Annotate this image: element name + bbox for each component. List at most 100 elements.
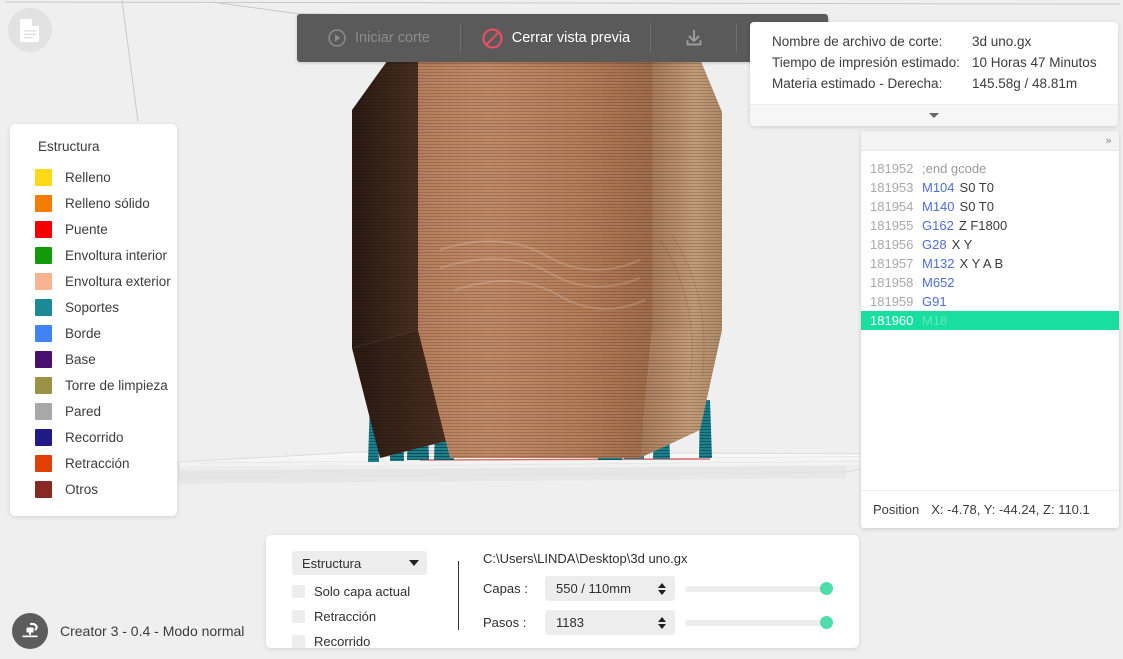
number-stepper[interactable]: 1183 bbox=[545, 610, 675, 635]
gcode-panel: » 181952 ;end gcode 181953 M104 S0 T0 181954 M… bbox=[861, 131, 1119, 528]
stepper-down-icon[interactable] bbox=[658, 623, 666, 629]
save-gcode-button[interactable] bbox=[651, 14, 737, 62]
legend-item-label: Recorrido bbox=[65, 429, 124, 445]
legend-item[interactable]: Borde bbox=[10, 320, 177, 346]
download-icon bbox=[686, 30, 702, 46]
legend-item[interactable]: Base bbox=[10, 346, 177, 372]
gcode-line[interactable]: 181957 M132 X Y A B bbox=[861, 254, 1119, 273]
preview-toolbar: Iniciar corte Cerrar vista previa bbox=[297, 14, 828, 62]
checkbox-row[interactable]: Solo capa actual bbox=[292, 583, 458, 600]
legend-color-swatch bbox=[35, 402, 52, 420]
legend-item[interactable]: Relleno bbox=[10, 164, 177, 190]
document-icon-button[interactable] bbox=[8, 8, 52, 52]
gcode-panel-header: » bbox=[861, 131, 1119, 151]
range-slider[interactable] bbox=[685, 580, 833, 598]
legend-color-swatch bbox=[35, 168, 52, 186]
info-row: Tiempo de impresión estimado: 10 Horas 4… bbox=[772, 52, 1098, 73]
play-circle-icon bbox=[328, 29, 346, 47]
legend-item[interactable]: Relleno sólido bbox=[10, 190, 177, 216]
legend-color-swatch bbox=[35, 298, 52, 316]
checkbox-row[interactable]: Retracción bbox=[292, 608, 458, 625]
view-mode-select[interactable]: Estructura bbox=[292, 551, 427, 575]
legend-item-label: Otros bbox=[65, 481, 99, 497]
info-row: Materia estimado - Derecha: 145.58g / 48… bbox=[772, 73, 1098, 94]
legend-title: Estructura bbox=[38, 139, 100, 154]
legend-item-label: Retracción bbox=[65, 455, 130, 471]
legend-item[interactable]: Envoltura exterior bbox=[10, 268, 177, 294]
info-key: Materia estimado - Derecha: bbox=[772, 76, 943, 91]
legend-rows: Relleno Relleno sólido Puente Envoltura int… bbox=[10, 164, 177, 502]
file-path-label: C:\Users\LINDA\Desktop\3d uno.gx bbox=[483, 551, 688, 566]
legend-color-swatch bbox=[35, 246, 52, 264]
start-slice-button[interactable]: Iniciar corte bbox=[297, 14, 461, 62]
legend-item[interactable]: Soportes bbox=[10, 294, 177, 320]
slice-info-rows: Nombre de archivo de corte: 3d uno.gx Ti… bbox=[750, 31, 1118, 104]
legend-item[interactable]: Envoltura interior bbox=[10, 242, 177, 268]
gcode-line-list[interactable]: 181952 ;end gcode 181953 M104 S0 T0 181954 M14… bbox=[861, 151, 1119, 490]
gcode-line[interactable]: 181954 M140 S0 T0 bbox=[861, 197, 1119, 216]
position-label: Position bbox=[873, 502, 920, 517]
gcode-line[interactable]: 181955 G162 Z F1800 bbox=[861, 216, 1119, 235]
gcode-line[interactable]: 181953 M104 S0 T0 bbox=[861, 178, 1119, 197]
stepper-up-icon[interactable] bbox=[658, 616, 666, 622]
slice-info-panel: Nombre de archivo de corte: 3d uno.gx Ti… bbox=[750, 22, 1118, 126]
number-stepper[interactable]: 550 / 110mm bbox=[545, 576, 675, 601]
legend-item[interactable]: Pared bbox=[10, 398, 177, 424]
info-panel-collapse-button[interactable] bbox=[750, 104, 1118, 126]
gcode-line[interactable]: 181952 ;end gcode bbox=[861, 159, 1119, 178]
layer-field-row: Pasos : 1183 bbox=[483, 610, 859, 635]
gcode-command: G91 bbox=[922, 294, 947, 309]
slider-track bbox=[685, 585, 833, 592]
legend-color-swatch bbox=[35, 194, 52, 212]
checkbox-input[interactable] bbox=[292, 635, 305, 648]
gcode-arguments: S0 T0 bbox=[959, 199, 994, 214]
legend-color-swatch bbox=[35, 324, 52, 342]
document-icon bbox=[20, 19, 39, 42]
gcode-line[interactable]: 181958 M652 bbox=[861, 273, 1119, 292]
stepper-up-icon[interactable] bbox=[658, 582, 666, 588]
info-key: Nombre de archivo de corte: bbox=[772, 34, 943, 49]
layer-field-row: Capas : 550 / 110mm bbox=[483, 576, 859, 601]
checkbox-input[interactable] bbox=[292, 585, 305, 598]
slider-knob[interactable] bbox=[820, 582, 833, 595]
stepper-arrows[interactable] bbox=[658, 582, 666, 595]
gcode-line[interactable]: 181956 G28 X Y bbox=[861, 235, 1119, 254]
chevron-down-icon bbox=[929, 113, 939, 118]
legend-item-label: Envoltura interior bbox=[65, 247, 168, 263]
printer-badge[interactable] bbox=[12, 613, 48, 649]
info-value: 10 Horas 47 Minutos bbox=[972, 55, 1097, 70]
legend-item[interactable]: Puente bbox=[10, 216, 177, 242]
legend-item-label: Relleno sólido bbox=[65, 195, 150, 211]
sliced-model bbox=[352, 18, 722, 458]
gcode-line[interactable]: 181959 G91 bbox=[861, 292, 1119, 311]
legend-item[interactable]: Recorrido bbox=[10, 424, 177, 450]
gcode-line-number: 181955 bbox=[870, 218, 914, 233]
range-slider[interactable] bbox=[685, 614, 833, 632]
gcode-comment: ;end gcode bbox=[922, 161, 987, 176]
legend-item-label: Relleno bbox=[65, 169, 111, 185]
gcode-command: M132 bbox=[922, 256, 955, 271]
expand-panel-button[interactable]: » bbox=[1105, 135, 1112, 146]
gcode-line-number: 181958 bbox=[870, 275, 914, 290]
checkbox-label: Solo capa actual bbox=[314, 584, 411, 599]
display-option-checkboxes: Solo capa actual Retracción Recorrido bbox=[292, 583, 458, 650]
close-preview-button[interactable]: Cerrar vista previa bbox=[461, 14, 651, 62]
stepper-down-icon[interactable] bbox=[658, 589, 666, 595]
chevron-down-icon bbox=[409, 560, 419, 566]
checkbox-input[interactable] bbox=[292, 610, 305, 623]
legend-item[interactable]: Torre de limpieza bbox=[10, 372, 177, 398]
legend-item[interactable]: Retracción bbox=[10, 450, 177, 476]
stepper-value: 1183 bbox=[556, 615, 584, 630]
legend-color-swatch bbox=[35, 376, 52, 394]
view-mode-value: Estructura bbox=[302, 555, 362, 571]
gcode-line[interactable]: 181960 M18 bbox=[861, 311, 1119, 330]
info-key: Tiempo de impresión estimado: bbox=[772, 55, 960, 70]
stepper-arrows[interactable] bbox=[658, 616, 666, 629]
legend-item[interactable]: Otros bbox=[10, 476, 177, 502]
legend-item-label: Base bbox=[65, 351, 96, 367]
checkbox-row[interactable]: Recorrido bbox=[292, 633, 458, 650]
slider-knob[interactable] bbox=[820, 616, 833, 629]
legend-color-swatch bbox=[35, 272, 52, 290]
field-label: Pasos : bbox=[483, 615, 527, 630]
legend-item-label: Puente bbox=[65, 221, 108, 237]
